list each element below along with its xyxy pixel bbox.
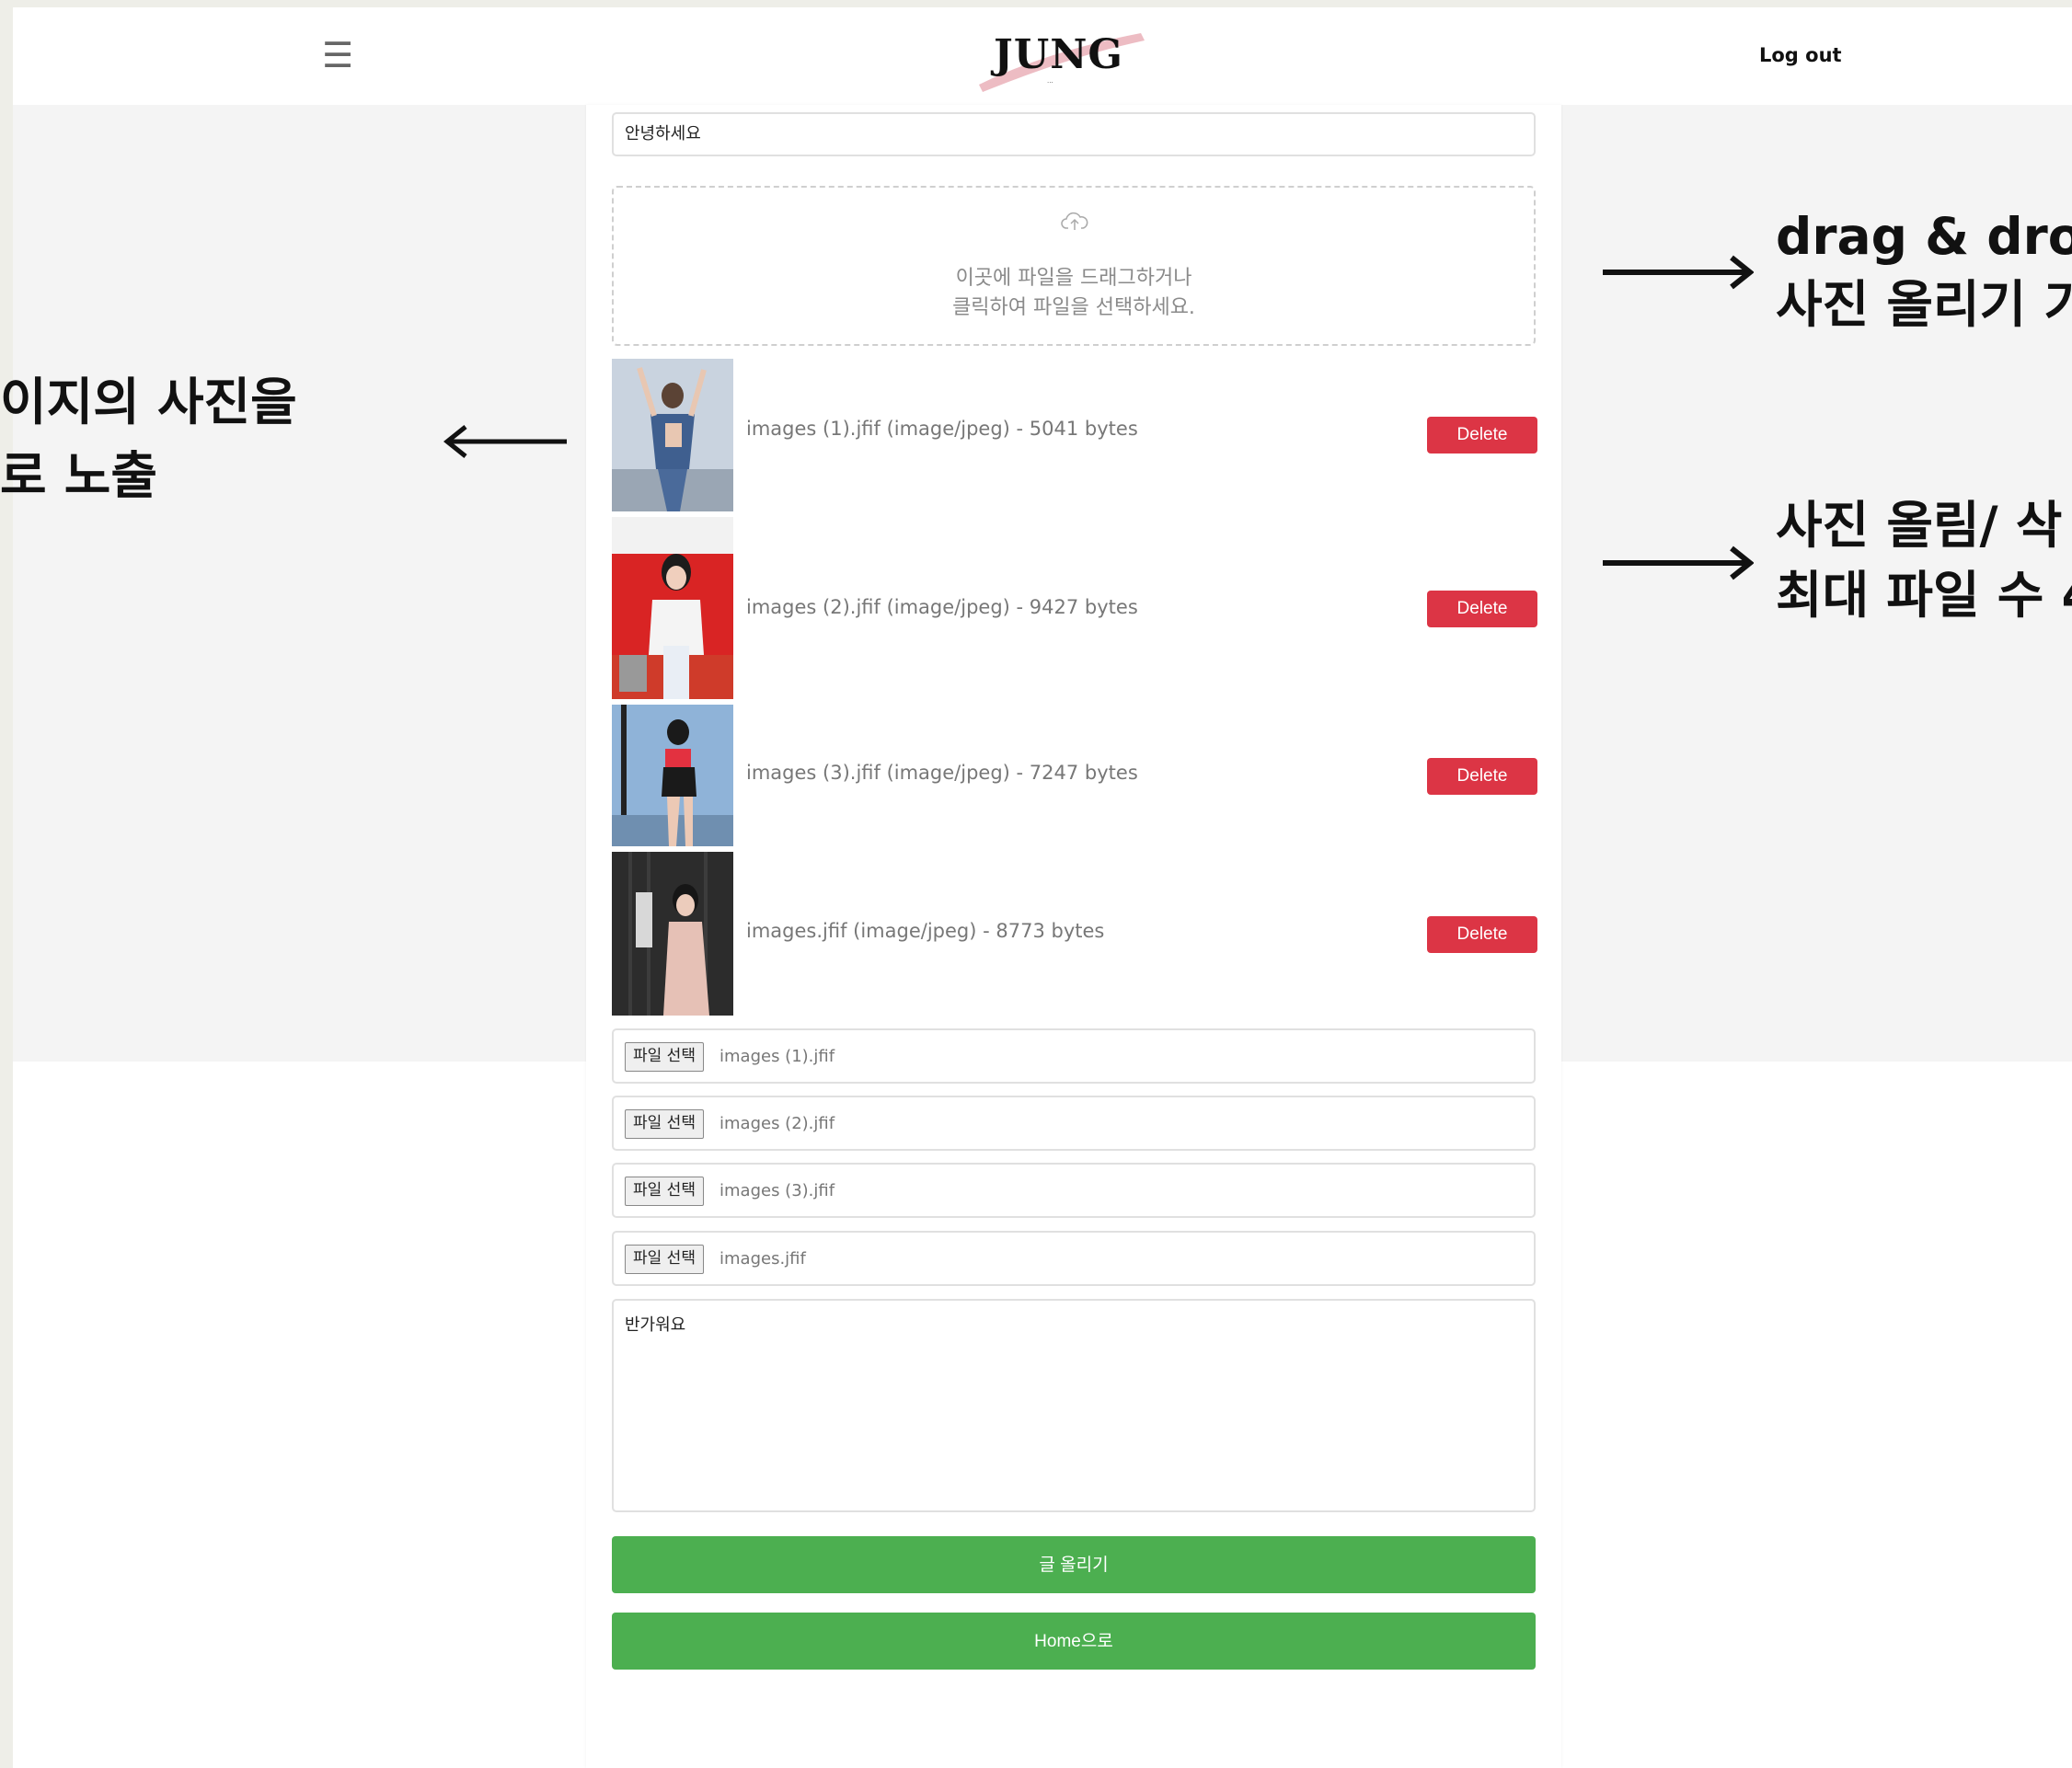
logo-subtext: ···	[1047, 79, 1053, 86]
uploaded-file-item: images (1).jfif (image/jpeg) - 5041 byte…	[612, 359, 1537, 511]
logout-link[interactable]: Log out	[1759, 44, 1842, 66]
site-logo[interactable]: JUNG ···	[966, 18, 1150, 92]
annotation-right-mid-line1: 사진 올림/ 삭	[1776, 496, 2063, 555]
choose-file-button[interactable]: 파일 선택	[625, 1245, 704, 1274]
dropzone-text-line2: 클릭하여 파일을 선택하세요.	[952, 296, 1195, 319]
delete-file-button[interactable]: Delete	[1427, 591, 1537, 627]
chosen-file-name: images (2).jfif	[719, 1114, 835, 1133]
file-thumbnail-image	[612, 517, 733, 699]
file-thumbnail-image	[612, 852, 733, 1016]
uploaded-file-item: images (2).jfif (image/jpeg) - 9427 byte…	[612, 517, 1537, 699]
title-input[interactable]: 안녕하세요	[612, 112, 1536, 156]
chosen-file-name: images.jfif	[719, 1249, 806, 1269]
chosen-file-name: images (3).jfif	[719, 1181, 835, 1200]
choose-file-button[interactable]: 파일 선택	[625, 1109, 704, 1139]
delete-file-button[interactable]: Delete	[1427, 916, 1537, 953]
home-button[interactable]: Home으로	[612, 1613, 1536, 1670]
chosen-file-name: images (1).jfif	[719, 1047, 835, 1066]
file-input[interactable]: 파일 선택 images.jfif	[612, 1231, 1536, 1286]
annotation-left-line2: 로 노출	[0, 446, 157, 505]
choose-file-button[interactable]: 파일 선택	[625, 1177, 704, 1206]
file-info-text: images (1).jfif (image/jpeg) - 5041 byte…	[746, 418, 1138, 440]
uploaded-file-item: images.jfif (image/jpeg) - 8773 bytes De…	[612, 852, 1537, 1016]
annotation-right-top-line1: drag & drop	[1776, 207, 2072, 266]
annotation-right-mid-line2: 최대 파일 수 4	[1776, 566, 2072, 625]
file-info-text: images (3).jfif (image/jpeg) - 7247 byte…	[746, 762, 1138, 784]
file-info-text: images.jfif (image/jpeg) - 8773 bytes	[746, 920, 1105, 942]
right-arrow-icon	[1603, 255, 1754, 290]
delete-file-button[interactable]: Delete	[1427, 417, 1537, 453]
logo-text: JUNG	[994, 31, 1123, 78]
dropzone-text-line1: 이곳에 파일을 드래그하거나	[955, 267, 1192, 290]
file-info-text: images (2).jfif (image/jpeg) - 9427 byte…	[746, 596, 1138, 618]
file-thumbnail-image	[612, 705, 733, 846]
left-arrow-icon	[443, 425, 567, 458]
file-thumbnail-image	[612, 359, 733, 511]
submit-post-button[interactable]: 글 올리기	[612, 1536, 1536, 1593]
file-dropzone[interactable]: 이곳에 파일을 드래그하거나 클릭하여 파일을 선택하세요.	[612, 186, 1536, 346]
hamburger-icon[interactable]: ☰	[322, 37, 353, 74]
annotation-left-line1: 이지의 사진을	[0, 373, 297, 431]
choose-file-button[interactable]: 파일 선택	[625, 1042, 704, 1072]
cloud-upload-icon	[1061, 212, 1088, 230]
file-input[interactable]: 파일 선택 images (2).jfif	[612, 1096, 1536, 1151]
right-arrow-icon	[1603, 545, 1754, 580]
annotation-right-top-line2: 사진 올리기 기	[1776, 275, 2072, 334]
file-input[interactable]: 파일 선택 images (1).jfif	[612, 1028, 1536, 1084]
delete-file-button[interactable]: Delete	[1427, 758, 1537, 795]
content-textarea[interactable]: 반가워요	[612, 1299, 1536, 1512]
uploaded-file-item: images (3).jfif (image/jpeg) - 7247 byte…	[612, 705, 1537, 846]
file-input[interactable]: 파일 선택 images (3).jfif	[612, 1163, 1536, 1218]
